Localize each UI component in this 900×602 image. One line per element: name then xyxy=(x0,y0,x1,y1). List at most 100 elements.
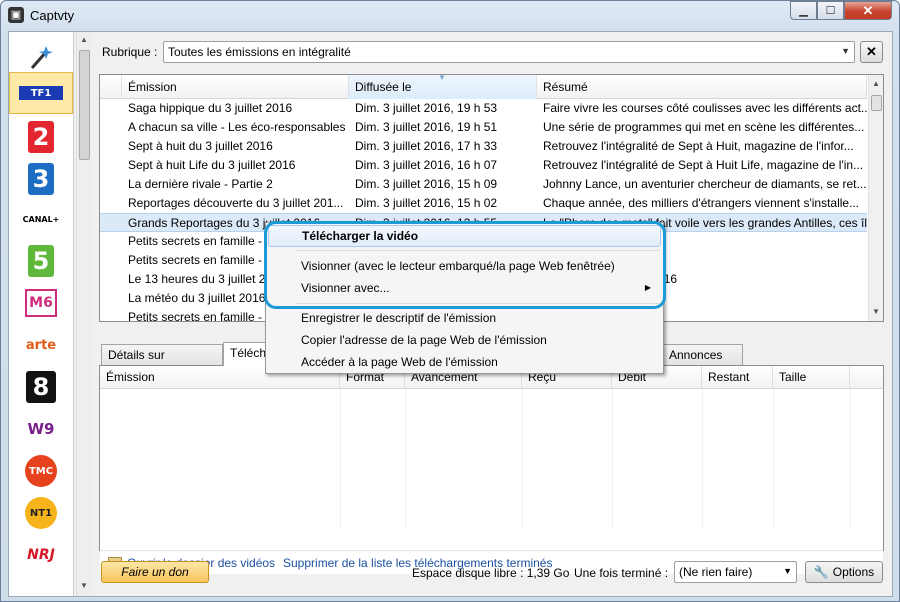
channel-list: TF1 2 3 CANAL+ 5 M6 arte 8 W9 TMC NT1 NR… xyxy=(9,32,74,596)
cell-emission: Saga hippique du 3 juillet 2016 xyxy=(128,101,293,115)
header-spacer xyxy=(100,75,122,99)
channel-d8[interactable]: 8 xyxy=(9,366,73,408)
cell-emission: La dernière rivale - Partie 2 xyxy=(128,177,273,191)
menu-item-save-description[interactable]: Enregistrer le descriptif de l'émission xyxy=(268,307,661,329)
cell-resume: Une série de programmes qui met en scène… xyxy=(543,120,865,134)
menu-separator xyxy=(296,303,660,304)
channel-france-3[interactable]: 3 xyxy=(9,158,73,200)
channel-tmc[interactable]: TMC xyxy=(9,450,73,492)
cell-emission: Reportages découverte du 3 juillet 201..… xyxy=(128,196,344,210)
column-divider xyxy=(773,389,774,529)
options-button[interactable]: 🔧 Options xyxy=(805,561,883,583)
cell-diffusee: Dim. 3 juillet 2016, 15 h 02 xyxy=(355,196,498,210)
d8-logo: 8 xyxy=(26,371,56,403)
dropdown-arrow-icon: ▼ xyxy=(841,46,850,56)
cell-diffusee: Dim. 3 juillet 2016, 19 h 51 xyxy=(355,120,498,134)
scroll-up-icon[interactable]: ▲ xyxy=(872,79,880,88)
clear-rubrique-button[interactable]: ✕ xyxy=(860,41,883,63)
tab-details[interactable]: Détails sur l'émission xyxy=(101,344,223,382)
column-divider xyxy=(702,389,703,529)
table-row[interactable]: Sept à huit Life du 3 juillet 2016 Dim. 3… xyxy=(100,156,867,175)
scrollbar-thumb[interactable] xyxy=(871,95,882,111)
cell-emission: A chacun sa ville - Les éco-responsables xyxy=(128,120,346,134)
tab-announcements[interactable]: Annonces (4) xyxy=(662,344,743,382)
menu-item-watch-with-label: Visionner avec... xyxy=(301,281,390,295)
table-row[interactable]: Saga hippique du 3 juillet 2016 Dim. 3 ju… xyxy=(100,99,867,118)
when-done-select[interactable]: (Ne rien faire) ▼ xyxy=(674,561,797,583)
cell-resume: Faire vivre les courses côté coulisses a… xyxy=(543,101,867,115)
dl-header-size[interactable]: Taille xyxy=(773,366,850,389)
channel-nrj12[interactable]: NRJ xyxy=(9,534,73,576)
minimize-button[interactable]: ▁ xyxy=(790,1,817,20)
sort-arrow-icon: ▼ xyxy=(438,74,446,82)
cell-resume: Johnny Lance, un aventurier chercheur de… xyxy=(543,177,867,191)
channel-canal-plus[interactable]: CANAL+ xyxy=(9,198,73,240)
w9-logo: W9 xyxy=(27,420,55,438)
disk-space-label: Espace disque libre : 1,39 Go xyxy=(412,566,570,580)
table-row[interactable]: La dernière rivale - Partie 2 Dim. 3 juil… xyxy=(100,175,867,194)
programme-table-header: Émission Diffusée le ▼ Résumé xyxy=(100,75,867,99)
maximize-button[interactable]: ☐ xyxy=(817,1,844,20)
tmc-logo: TMC xyxy=(25,455,57,487)
channel-nt1[interactable]: NT1 xyxy=(9,492,73,534)
table-row[interactable]: A chacun sa ville - Les éco-responsables… xyxy=(100,118,867,137)
rubrique-value: Toutes les émissions en intégralité xyxy=(168,45,351,59)
column-divider xyxy=(612,389,613,529)
cell-resume: Retrouvez l'intégralité de Sept à Huit, … xyxy=(543,139,854,153)
menu-item-download[interactable]: Télécharger la vidéo xyxy=(268,225,661,247)
cell-resume: Chaque année, des milliers d'étrangers v… xyxy=(543,196,860,210)
nrj12-logo: NRJ xyxy=(27,547,55,563)
title-bar: ▣ Captvty ▁ ☐ ✕ xyxy=(1,1,899,31)
cell-diffusee: Dim. 3 juillet 2016, 15 h 09 xyxy=(355,177,498,191)
canal-plus-logo: CANAL+ xyxy=(22,214,60,224)
app-icon: ▣ xyxy=(8,7,24,23)
column-divider xyxy=(340,389,341,529)
dl-header-spacer xyxy=(850,366,883,389)
cell-emission: Sept à huit Life du 3 juillet 2016 xyxy=(128,158,296,172)
channel-scrollbar[interactable]: ▲ ▼ xyxy=(76,32,92,596)
header-resume[interactable]: Résumé xyxy=(537,75,867,99)
menu-item-open-webpage[interactable]: Accéder à la page Web de l'émission xyxy=(268,351,661,373)
channel-m6[interactable]: M6 xyxy=(9,282,73,324)
scrollbar-thumb[interactable] xyxy=(79,50,90,160)
window-title: Captvty xyxy=(30,8,75,23)
rubrique-select[interactable]: Toutes les émissions en intégralité ▼ xyxy=(163,41,855,63)
nt1-logo: NT1 xyxy=(25,497,57,529)
channel-w9[interactable]: W9 xyxy=(9,408,73,450)
menu-separator xyxy=(296,250,660,251)
channel-arte[interactable]: arte xyxy=(9,324,73,366)
france-2-logo: 2 xyxy=(28,121,54,153)
scroll-down-icon[interactable]: ▼ xyxy=(872,307,880,316)
arte-logo: arte xyxy=(25,337,57,353)
context-menu: Télécharger la vidéo Visionner (avec le … xyxy=(265,222,664,374)
when-done-value: (Ne rien faire) xyxy=(679,565,753,579)
submenu-arrow-icon: ▶ xyxy=(644,283,651,292)
cell-diffusee: Dim. 3 juillet 2016, 17 h 33 xyxy=(355,139,498,153)
scroll-up-icon[interactable]: ▲ xyxy=(80,35,88,44)
dropdown-arrow-icon: ▼ xyxy=(783,566,792,576)
channel-france-5[interactable]: 5 xyxy=(9,240,73,282)
scroll-down-icon[interactable]: ▼ xyxy=(80,581,88,590)
cell-diffusee: Dim. 3 juillet 2016, 19 h 53 xyxy=(355,101,498,115)
table-row[interactable]: Reportages découverte du 3 juillet 201..… xyxy=(100,194,867,213)
rubrique-label: Rubrique : xyxy=(102,45,158,59)
column-divider xyxy=(522,389,523,529)
wrench-icon: 🔧 xyxy=(813,565,829,579)
when-done-label: Une fois terminé : xyxy=(574,566,669,580)
menu-item-watch-embedded[interactable]: Visionner (avec le lecteur embarqué/la p… xyxy=(268,255,661,277)
close-window-button[interactable]: ✕ xyxy=(844,1,892,20)
menu-item-watch-with[interactable]: Visionner avec... ▶ xyxy=(268,277,661,299)
programme-scrollbar[interactable]: ▲ ▼ xyxy=(868,75,883,321)
table-row[interactable]: Sept à huit du 3 juillet 2016 Dim. 3 juil… xyxy=(100,137,867,156)
donate-button[interactable]: Faire un don xyxy=(101,561,209,583)
dl-header-remaining[interactable]: Restant xyxy=(702,366,773,389)
column-divider xyxy=(405,389,406,529)
france-5-logo: 5 xyxy=(28,245,54,277)
cell-resume: Retrouvez l'intégralité de Sept à Huit L… xyxy=(543,158,864,172)
header-emission[interactable]: Émission xyxy=(122,75,349,99)
options-label: Options xyxy=(832,565,875,579)
channel-tf1[interactable]: TF1 xyxy=(9,72,73,114)
downloads-table[interactable]: Émission Format Avancement Reçu Débit Re… xyxy=(99,365,884,551)
channel-france-2[interactable]: 2 xyxy=(9,116,73,158)
menu-item-copy-url[interactable]: Copier l'adresse de la page Web de l'émi… xyxy=(268,329,661,351)
